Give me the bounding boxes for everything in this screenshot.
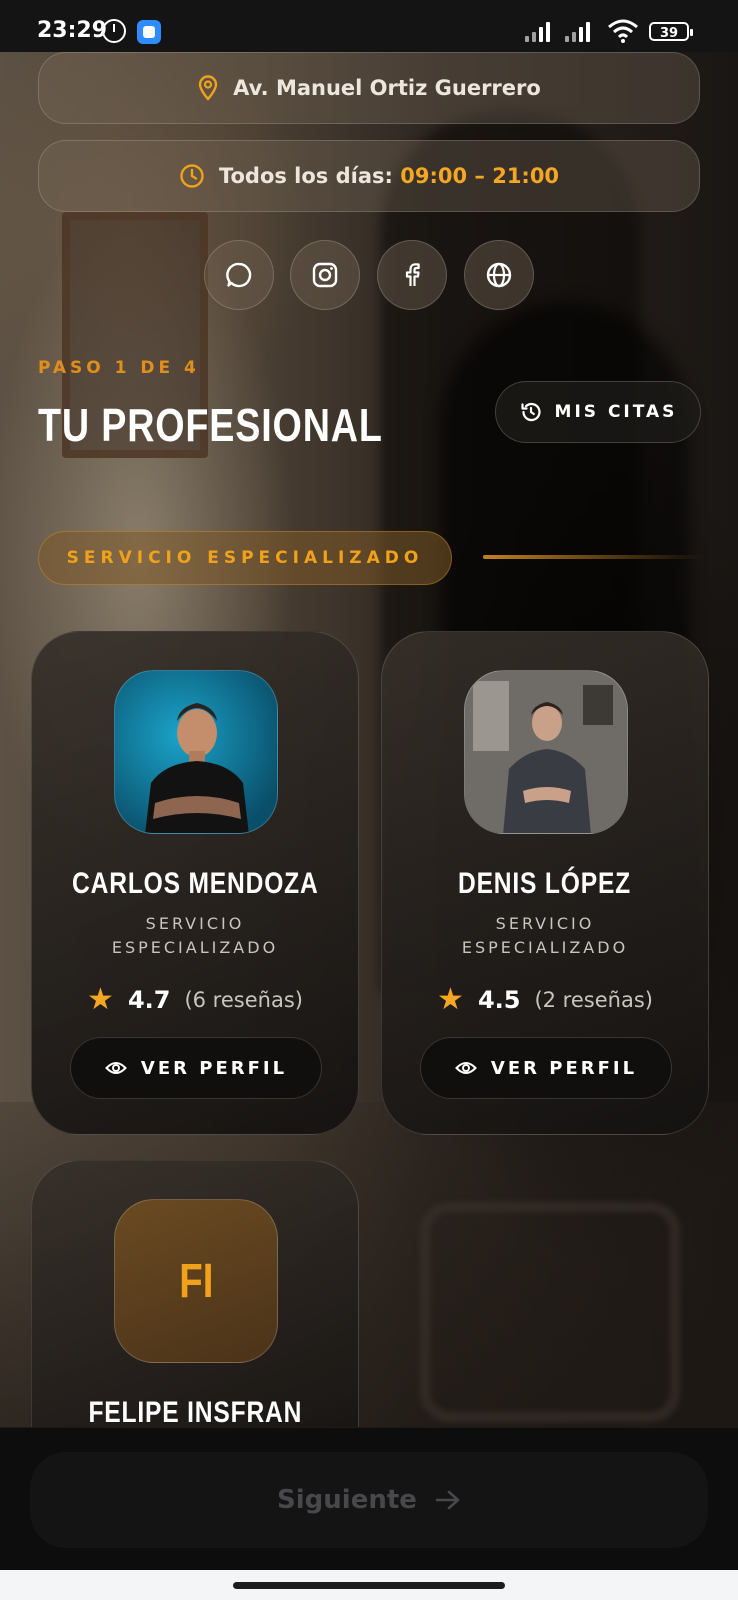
- professional-name: CARLOS MENDOZA: [71, 867, 319, 900]
- page-title: TU PROFESIONAL: [38, 399, 383, 451]
- status-time: 23:29: [37, 18, 108, 43]
- ver-perfil-label: VER PERFIL: [140, 1057, 288, 1079]
- professional-role: SERVICIO ESPECIALIZADO: [111, 914, 279, 957]
- location-pill[interactable]: Av. Manuel Ortiz Guerrero: [38, 52, 700, 124]
- professional-name: DENIS LÓPEZ: [458, 867, 632, 900]
- rating: ★ 4.7 (6 reseñas): [32, 982, 358, 1017]
- address-text: Av. Manuel Ortiz Guerrero: [233, 76, 541, 100]
- initials-avatar: FI: [114, 1199, 278, 1363]
- eye-icon: [105, 1062, 127, 1074]
- star-icon: ★: [437, 982, 464, 1017]
- alarm-icon: [102, 19, 126, 43]
- professional-card[interactable]: CARLOS MENDOZA SERVICIO ESPECIALIZADO ★ …: [31, 631, 359, 1135]
- ver-perfil-button[interactable]: VER PERFIL: [420, 1037, 672, 1099]
- instagram-button[interactable]: [290, 240, 360, 310]
- facebook-icon: [405, 263, 420, 286]
- section-label: SERVICIO ESPECIALIZADO: [38, 531, 452, 585]
- app-notification-icon: [137, 20, 161, 44]
- rating-score: 4.5: [477, 985, 521, 1014]
- avatar: [114, 670, 278, 834]
- rating: ★ 4.5 (2 reseñas): [382, 982, 708, 1017]
- ver-perfil-button[interactable]: VER PERFIL: [70, 1037, 322, 1099]
- avatar-initials: FI: [178, 1254, 214, 1308]
- facebook-button[interactable]: [377, 240, 447, 310]
- next-button[interactable]: Siguiente: [30, 1452, 708, 1548]
- wifi-icon: [608, 19, 638, 43]
- website-button[interactable]: [464, 240, 534, 310]
- status-bar: 23:29 39: [0, 0, 738, 52]
- eye-icon: [455, 1062, 477, 1074]
- professional-name: FELIPE INSFRAN: [88, 1396, 302, 1429]
- system-nav-bar: [0, 1570, 738, 1600]
- mis-citas-button[interactable]: MIS CITAS: [495, 381, 701, 443]
- review-count: (2 reseñas): [534, 987, 653, 1012]
- professional-role: SERVICIO ESPECIALIZADO: [461, 914, 629, 957]
- ver-perfil-label: VER PERFIL: [490, 1057, 638, 1079]
- home-handle[interactable]: [233, 1582, 505, 1589]
- avatar: [464, 670, 628, 834]
- next-label: Siguiente: [277, 1485, 417, 1515]
- section-divider: [483, 555, 703, 559]
- location-pin-icon: [198, 75, 218, 101]
- clock-icon: [180, 164, 204, 188]
- rating-score: 4.7: [127, 985, 171, 1014]
- mis-citas-label: MIS CITAS: [554, 402, 678, 422]
- battery-icon: 39: [649, 22, 693, 41]
- star-icon: ★: [87, 982, 114, 1017]
- hours-value: 09:00 – 21:00: [400, 164, 560, 188]
- history-icon: [520, 402, 541, 422]
- arrow-right-icon: [435, 1490, 460, 1510]
- globe-icon: [486, 262, 512, 288]
- review-count: (6 reseñas): [184, 987, 303, 1012]
- whatsapp-button[interactable]: [204, 240, 274, 310]
- hours-pill: Todos los días: 09:00 – 21:00: [38, 140, 700, 212]
- hours-label: Todos los días:: [218, 164, 393, 188]
- instagram-icon: [312, 262, 338, 288]
- signal-icon: [565, 20, 590, 42]
- step-indicator: PASO 1 DE 4: [38, 358, 200, 378]
- signal-icon: [525, 20, 550, 42]
- professional-card[interactable]: DENIS LÓPEZ SERVICIO ESPECIALIZADO ★ 4.5…: [381, 631, 709, 1135]
- bottom-bar: Siguiente: [0, 1427, 738, 1571]
- whatsapp-icon: [226, 262, 252, 288]
